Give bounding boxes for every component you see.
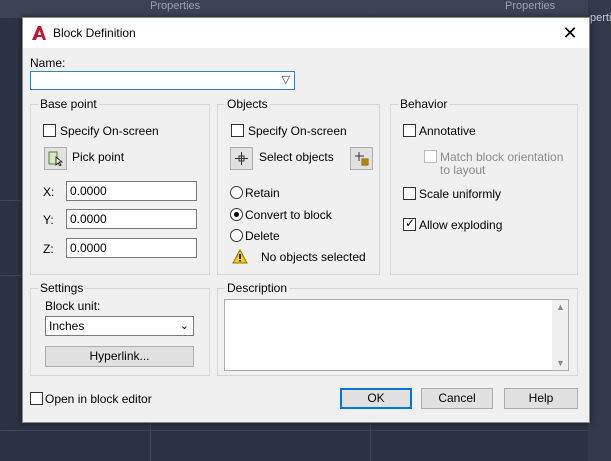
name-label: Name: — [30, 56, 66, 70]
cancel-button-label: Cancel — [438, 391, 476, 405]
dialog-title: Block Definition — [53, 26, 136, 40]
select-objects-label: Select objects — [259, 150, 334, 164]
block-definition-dialog: Block Definition ✕ Name: ▽ Base point Sp… — [22, 17, 590, 423]
objects-specify-on-screen-checkbox[interactable] — [231, 124, 244, 137]
block-unit-value: Inches — [49, 319, 85, 333]
y-label: Y: — [43, 213, 54, 227]
ok-button[interactable]: OK — [340, 388, 412, 409]
quick-select-icon — [355, 152, 369, 166]
hyperlink-button-label: Hyperlink... — [89, 349, 150, 363]
convert-to-block-radio[interactable] — [230, 208, 243, 221]
y-field[interactable] — [66, 209, 197, 229]
scale-uniformly-label: Scale uniformly — [419, 187, 502, 201]
ok-button-label: OK — [367, 391, 385, 405]
retain-label: Retain — [245, 186, 280, 200]
pick-point-label: Pick point — [72, 150, 125, 164]
autocad-logo-icon — [32, 26, 46, 40]
behavior-title: Behavior — [398, 97, 450, 111]
match-orientation-checkbox[interactable] — [424, 150, 437, 163]
pick-point-button[interactable] — [44, 147, 67, 170]
chevron-down-icon[interactable]: ▽ — [282, 73, 290, 86]
warning-icon — [232, 249, 248, 264]
base-specify-on-screen-label: Specify On-screen — [60, 124, 159, 138]
block-unit-select[interactable]: Inches ⌄ — [45, 316, 194, 336]
allow-exploding-label: Allow exploding — [419, 218, 503, 232]
delete-radio[interactable] — [230, 229, 243, 242]
match-orientation-label: Match block orientation — [440, 150, 564, 164]
objects-specify-on-screen-label: Specify On-screen — [248, 124, 347, 138]
cancel-button[interactable]: Cancel — [421, 388, 493, 409]
z-label: Z: — [43, 242, 54, 256]
description-scrollbar[interactable]: ▲ ▼ — [552, 300, 568, 370]
pick-point-icon — [48, 151, 63, 166]
annotative-checkbox[interactable] — [403, 124, 416, 137]
base-specify-on-screen-checkbox[interactable] — [43, 124, 56, 137]
x-label: X: — [43, 185, 55, 199]
grid-line — [0, 430, 611, 431]
help-button-label: Help — [528, 391, 554, 405]
open-in-block-editor-checkbox[interactable] — [30, 392, 43, 405]
convert-to-block-label: Convert to block — [245, 208, 332, 222]
help-button[interactable]: Help — [504, 388, 578, 409]
description-textarea[interactable]: ▲ ▼ — [224, 299, 569, 371]
block-unit-label: Block unit: — [45, 299, 101, 313]
properties-panel-edge: pertie — [588, 0, 611, 461]
name-combobox[interactable]: ▽ — [30, 71, 295, 90]
annotative-label: Annotative — [419, 124, 476, 138]
dialog-titlebar[interactable]: Block Definition ✕ — [23, 18, 589, 48]
scale-uniformly-checkbox[interactable] — [403, 187, 416, 200]
quick-select-button[interactable] — [350, 147, 373, 170]
close-button[interactable]: ✕ — [559, 22, 581, 44]
settings-title: Settings — [38, 281, 86, 295]
objects-status: No objects selected — [261, 250, 366, 264]
ribbon-label: Properties — [150, 0, 201, 12]
retain-radio[interactable] — [230, 186, 243, 199]
close-icon: ✕ — [562, 23, 578, 43]
properties-label: pertie — [590, 12, 611, 24]
scroll-up-icon[interactable]: ▲ — [556, 302, 565, 312]
select-objects-button[interactable] — [230, 147, 253, 170]
ribbon-label: Properties — [505, 0, 556, 12]
hyperlink-button[interactable]: Hyperlink... — [45, 346, 194, 367]
match-orientation-label-line2: to layout — [440, 163, 486, 177]
objects-title: Objects — [225, 97, 270, 111]
name-input[interactable] — [34, 73, 274, 88]
base-point-title: Base point — [38, 97, 99, 111]
x-field[interactable] — [66, 181, 197, 201]
cad-ribbon-strip: Properties Properties — [0, 0, 611, 18]
open-in-block-editor-label: Open in block editor — [45, 392, 152, 406]
allow-exploding-checkbox[interactable] — [403, 216, 416, 231]
scroll-down-icon[interactable]: ▼ — [556, 358, 565, 368]
crosshair-icon — [235, 152, 248, 165]
delete-label: Delete — [245, 229, 280, 243]
description-title: Description — [225, 281, 290, 295]
z-field[interactable] — [66, 238, 197, 258]
chevron-down-icon: ⌄ — [179, 320, 189, 332]
